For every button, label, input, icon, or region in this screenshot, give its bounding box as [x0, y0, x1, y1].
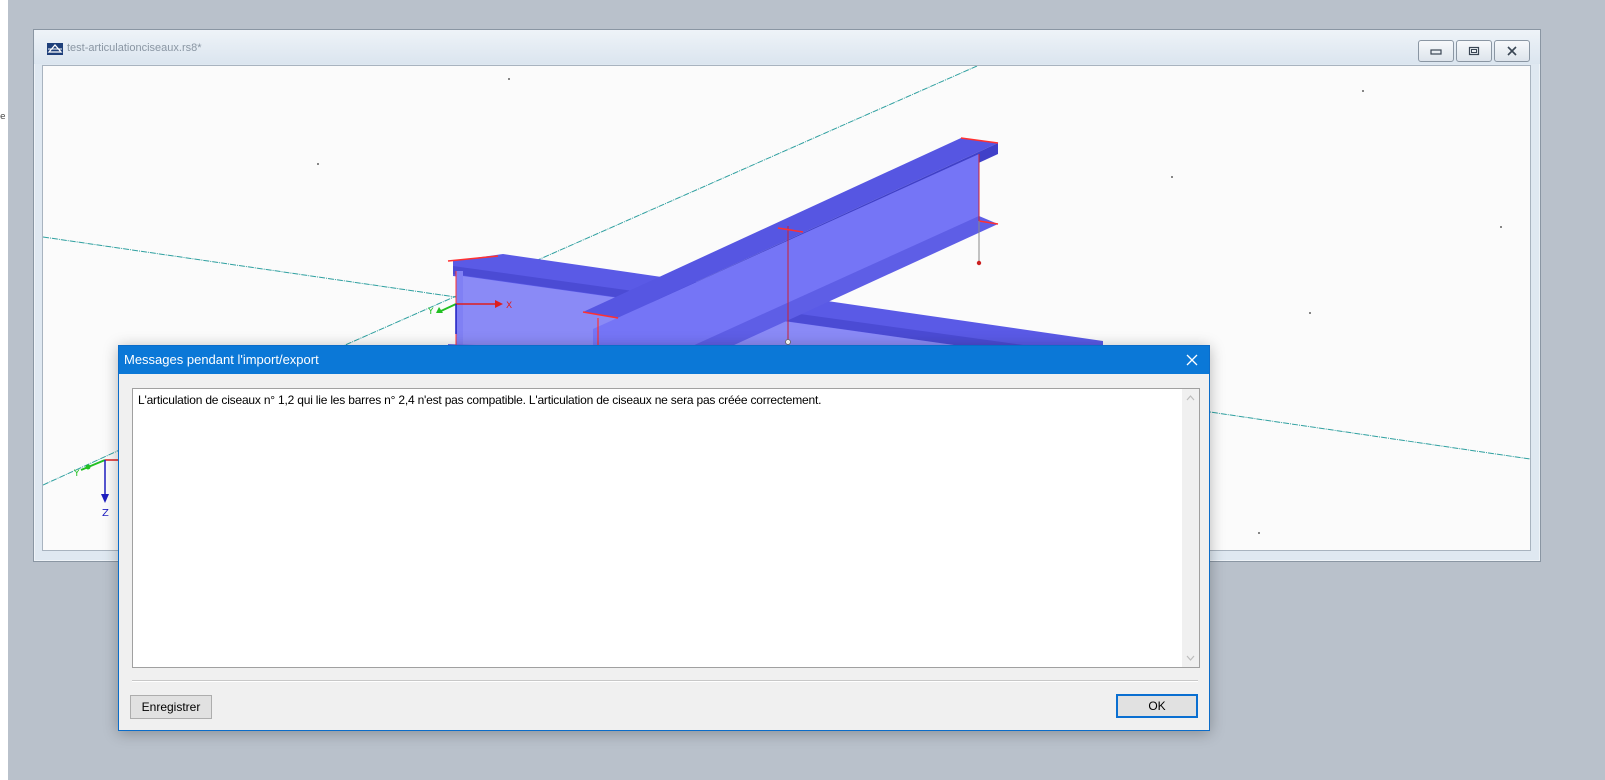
- save-button[interactable]: Enregistrer: [130, 695, 212, 719]
- dialog-title: Messages pendant l'import/export: [124, 352, 319, 367]
- minimize-button[interactable]: [1418, 40, 1454, 62]
- restore-icon: [1468, 46, 1480, 56]
- left-edge-strip: e: [0, 0, 8, 780]
- minimize-icon: [1430, 49, 1442, 55]
- svg-text:X: X: [506, 301, 512, 311]
- close-button[interactable]: [1494, 40, 1530, 62]
- svg-text:Y: Y: [427, 307, 434, 317]
- model-window-titlebar[interactable]: test-articulationciseaux.rs8*: [34, 30, 1540, 64]
- message-textbox[interactable]: L'articulation de ciseaux n° 1,2 qui lie…: [132, 388, 1200, 668]
- scroll-down-icon[interactable]: [1186, 655, 1195, 661]
- global-axis-triad: Y Z: [73, 459, 121, 519]
- dialog-separator: [132, 680, 1198, 682]
- restore-button[interactable]: [1456, 40, 1492, 62]
- clipped-label: e: [0, 112, 6, 122]
- scroll-up-icon[interactable]: [1186, 395, 1195, 401]
- close-icon: [1186, 354, 1198, 366]
- vertical-scrollbar[interactable]: [1182, 389, 1199, 667]
- dialog-close-button[interactable]: [1175, 346, 1209, 374]
- close-icon: [1507, 46, 1517, 56]
- message-text: L'articulation de ciseaux n° 1,2 qui lie…: [138, 393, 822, 407]
- rfem-app-icon: [47, 43, 63, 55]
- model-window-title: test-articulationciseaux.rs8*: [67, 42, 202, 54]
- dialog-titlebar[interactable]: Messages pendant l'import/export: [119, 346, 1209, 374]
- svg-text:Y: Y: [73, 469, 80, 479]
- svg-text:Z: Z: [102, 508, 109, 519]
- import-export-messages-dialog[interactable]: Messages pendant l'import/export L'artic…: [118, 345, 1210, 731]
- ok-button[interactable]: OK: [1116, 694, 1198, 718]
